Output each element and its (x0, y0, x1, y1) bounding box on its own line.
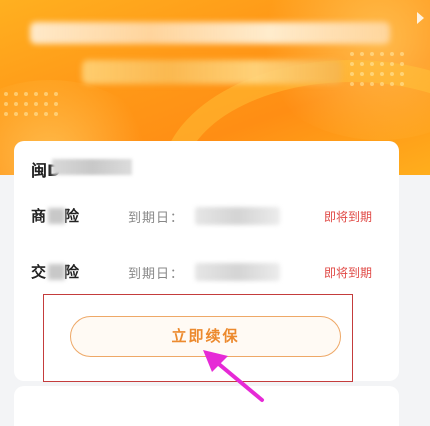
status-badge: 即将到期 (324, 266, 373, 280)
insurance-name-start: 商 (31, 207, 48, 225)
insurance-name-blurred (48, 264, 65, 280)
banner-subtitle-blurred (82, 60, 342, 84)
expiry-label: 到期日： (128, 211, 185, 226)
insurance-name-start: 交 (31, 263, 48, 281)
expiry-date-blurred (195, 207, 280, 225)
insurance-row-compulsory[interactable]: 交险 到期日： 即将到期 (14, 261, 399, 285)
banner-next-icon[interactable] (417, 12, 424, 24)
expiry-label: 到期日： (128, 267, 185, 282)
banner-decor-dots (4, 92, 58, 116)
insurance-name-end: 险 (64, 263, 81, 281)
insurance-row-commercial[interactable]: 商险 到期日： 即将到期 (14, 205, 399, 229)
banner-title-blurred (30, 22, 390, 44)
banner-decor-dots (350, 52, 404, 86)
next-card (14, 386, 399, 426)
status-badge: 即将到期 (324, 210, 373, 224)
renew-now-button[interactable]: 立即续保 (70, 316, 341, 357)
insurance-name-end: 险 (64, 207, 81, 225)
license-plate-blurred (52, 159, 132, 175)
expiry-date-blurred (195, 263, 280, 281)
insurance-name-blurred (48, 208, 65, 224)
